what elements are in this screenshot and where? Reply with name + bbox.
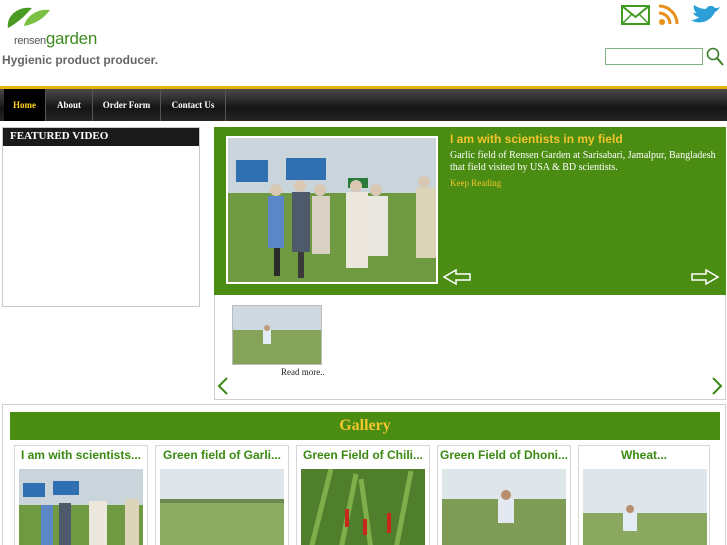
logo-prefix: rensen xyxy=(14,35,46,47)
gallery-item[interactable]: I am with scientists... xyxy=(14,445,148,545)
gallery-item-title[interactable]: Wheat... xyxy=(579,446,709,466)
gallery-item-image[interactable] xyxy=(19,469,143,545)
keep-reading-link[interactable]: Keep Reading xyxy=(450,178,501,188)
gallery-item[interactable]: Green field of Garli... xyxy=(155,445,289,545)
gallery-item-title[interactable]: Green Field of Chili... xyxy=(297,446,429,466)
nav-home[interactable]: Home xyxy=(4,89,46,121)
featured-video-panel: FEATURED VIDEO xyxy=(2,127,200,307)
slide-photo[interactable] xyxy=(226,136,438,284)
gallery-item[interactable]: Green Field of Chili... xyxy=(296,445,430,545)
site-logo[interactable]: rensengarden xyxy=(4,4,114,48)
thumbnail-image[interactable] xyxy=(232,305,322,365)
slider-prev-arrow-icon[interactable] xyxy=(442,268,472,290)
gallery-item-title[interactable]: Green field of Garli... xyxy=(156,446,288,466)
read-more-link[interactable]: Read more.. xyxy=(281,367,325,377)
mail-icon[interactable] xyxy=(621,4,651,26)
gallery-item-title[interactable]: I am with scientists... xyxy=(15,446,147,466)
twitter-bird-icon[interactable] xyxy=(689,4,723,26)
main-nav: Home About Order Form Contact Us xyxy=(0,86,727,121)
gallery-item-image[interactable] xyxy=(160,469,284,545)
gallery-item[interactable]: Green Field of Dhoni... xyxy=(437,445,571,545)
featured-video-title: FEATURED VIDEO xyxy=(3,128,199,146)
slide-description: Garlic field of Rensen Garden at Sarisab… xyxy=(450,150,716,173)
gallery-item[interactable]: Wheat... xyxy=(578,445,710,545)
slider-next-arrow-icon[interactable] xyxy=(690,268,720,290)
nav-about[interactable]: About xyxy=(46,89,93,121)
logo-text: rensengarden xyxy=(14,29,97,49)
nav-order-form[interactable]: Order Form xyxy=(93,89,161,121)
gallery-section: Gallery I am with scientists... Green fi… xyxy=(2,404,726,545)
nav-contact-us[interactable]: Contact Us xyxy=(161,89,226,121)
gallery-item-image[interactable] xyxy=(583,469,707,545)
thumbs-next-icon[interactable] xyxy=(711,377,723,400)
gallery-item-title[interactable]: Green Field of Dhoni... xyxy=(438,446,570,466)
gallery-heading: Gallery xyxy=(10,412,720,440)
logo-word: garden xyxy=(45,29,97,48)
thumbnail-strip: Read more.. xyxy=(214,295,726,400)
gallery-item-image[interactable] xyxy=(301,469,425,545)
tagline: Hygienic product producer. xyxy=(2,53,159,67)
search-icon[interactable] xyxy=(706,47,724,67)
slide-title[interactable]: I am with scientists in my field xyxy=(450,132,623,146)
featured-slider: I am with scientists in my field Garlic … xyxy=(214,127,726,295)
rss-icon[interactable] xyxy=(657,4,681,26)
search-input[interactable] xyxy=(605,48,703,65)
gallery-item-image[interactable] xyxy=(442,469,566,545)
thumbs-prev-icon[interactable] xyxy=(217,377,229,400)
